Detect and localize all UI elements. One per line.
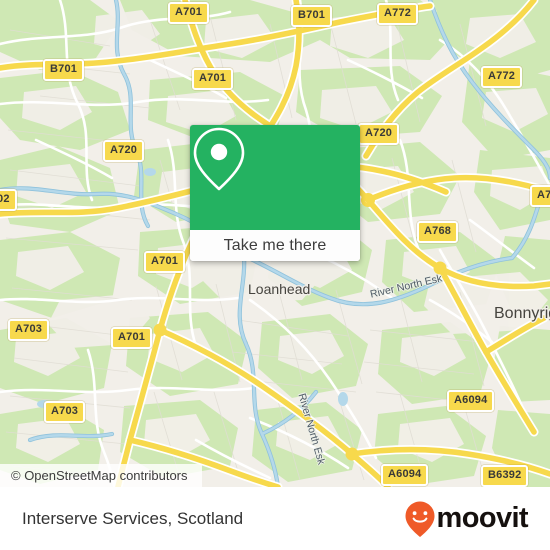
osm-attribution[interactable]: © OpenStreetMap contributors (0, 464, 202, 487)
road-shield-a6094-lower: A6094 (381, 464, 429, 486)
map-pin-icon (193, 127, 245, 191)
osm-attribution-text: © OpenStreetMap contributors (11, 468, 188, 483)
road-shield-b701-left: B701 (43, 59, 85, 81)
card-action-bar[interactable]: Take me there (190, 230, 360, 261)
moovit-wordmark: moovit (436, 502, 529, 534)
road-shield-a701-lower: A701 (111, 327, 153, 349)
place-label-bonnyrigg: Bonnyrigg (494, 305, 550, 322)
take-me-there-label: Take me there (223, 236, 327, 254)
road-shield-a703-lower: A703 (44, 401, 86, 423)
road-shield-b6392: B6392 (481, 465, 529, 487)
card-header (190, 125, 360, 230)
road-shield-a772-right: A772 (481, 66, 523, 88)
road-shield-a720-left: A720 (103, 140, 145, 162)
road-shield-a768: A768 (417, 221, 459, 243)
road-shield-b701-top: B701 (291, 5, 333, 27)
take-me-there-card[interactable]: Take me there (190, 125, 360, 261)
page-root: Loanhead Bonnyrigg River North Esk River… (0, 0, 550, 550)
location-title: Interserve Services, Scotland (22, 508, 244, 528)
road-shield-a720-right: A720 (358, 123, 400, 145)
road-shield-a701-upper: A701 (192, 68, 234, 90)
road-shield-a701-mid: A701 (144, 251, 186, 273)
road-shield-a701-top: A701 (168, 2, 210, 24)
road-shield-a6094-upper: A6094 (447, 390, 495, 412)
road-shield-a7-edge: A7 (530, 185, 550, 207)
moovit-logo[interactable]: moovit (404, 500, 529, 538)
road-shield-a703-upper: A703 (8, 319, 50, 341)
map-canvas[interactable]: Loanhead Bonnyrigg River North Esk River… (0, 0, 550, 487)
page-footer: Interserve Services, Scotland moovit (0, 487, 550, 550)
road-shield-a702-edge: 02 (0, 189, 17, 211)
moovit-pin-icon (405, 501, 435, 537)
place-label-loanhead: Loanhead (248, 281, 311, 297)
road-shield-a772-top: A772 (377, 3, 419, 25)
